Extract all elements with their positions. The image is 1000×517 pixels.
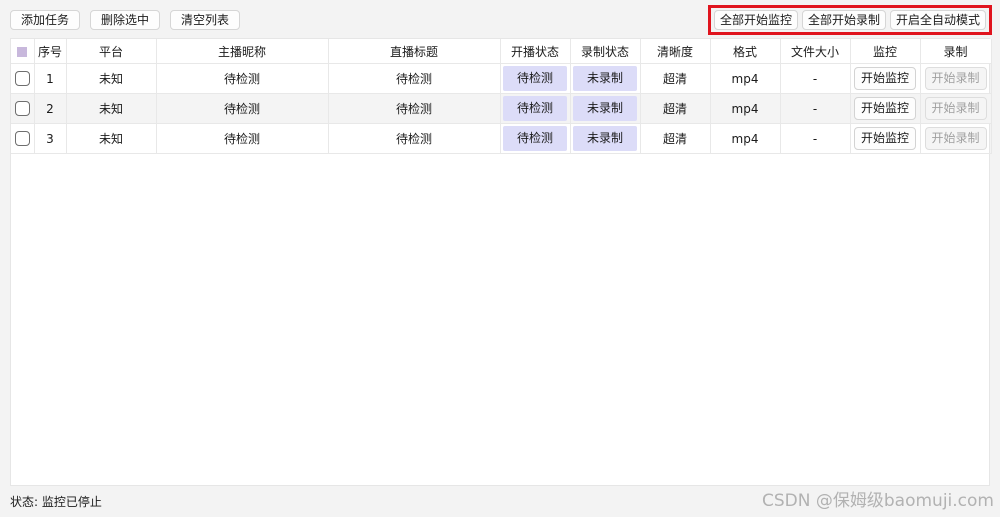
row-index: 2: [34, 93, 67, 124]
row-checkbox[interactable]: [14, 71, 30, 86]
header-live-status: 开播状态: [500, 39, 571, 64]
start-monitor-button[interactable]: 开始监控: [854, 127, 916, 150]
live-status-chip: 待检测: [503, 96, 567, 121]
row-format: mp4: [710, 63, 781, 94]
row-platform: 未知: [66, 63, 157, 94]
table-header-row: 序号 平台 主播昵称 直播标题 开播状态 录制状态 清晰度 格式 文件大小 监控…: [11, 39, 992, 64]
header-record: 录制: [920, 39, 992, 64]
row-nickname: 待检测: [156, 93, 329, 124]
live-status-chip: 待检测: [503, 66, 567, 91]
row-file-size: -: [780, 93, 851, 124]
start-monitor-button[interactable]: 开始监控: [854, 97, 916, 120]
row-checkbox[interactable]: [14, 101, 30, 116]
header-select[interactable]: [11, 39, 35, 64]
header-index: 序号: [34, 39, 67, 64]
header-platform: 平台: [66, 39, 157, 64]
row-title: 待检测: [328, 63, 501, 94]
row-index: 1: [34, 63, 67, 94]
highlighted-actions-group: 全部开始监控 全部开始录制 开启全自动模式: [707, 5, 992, 35]
add-task-button[interactable]: 添加任务: [10, 10, 81, 30]
status-bar-text: 状态: 监控已停止: [10, 495, 102, 509]
task-table: 序号 平台 主播昵称 直播标题 开播状态 录制状态 清晰度 格式 文件大小 监控…: [10, 38, 992, 486]
row-index: 3: [34, 123, 67, 154]
row-nickname: 待检测: [156, 123, 329, 154]
row-checkbox[interactable]: [14, 131, 30, 146]
row-quality: 超清: [640, 93, 711, 124]
start-record-button[interactable]: 开始录制: [924, 97, 987, 120]
row-nickname: 待检测: [156, 63, 329, 94]
start-record-button[interactable]: 开始录制: [924, 67, 987, 90]
row-title: 待检测: [328, 93, 501, 124]
record-status-chip: 未录制: [573, 126, 637, 151]
start-monitor-button[interactable]: 开始监控: [854, 67, 916, 90]
row-platform: 未知: [66, 123, 157, 154]
watermark: CSDN @保姆级baomuji.com: [762, 491, 994, 511]
start-record-button[interactable]: 开始录制: [924, 127, 987, 150]
row-format: mp4: [710, 93, 781, 124]
header-monitor: 监控: [850, 39, 921, 64]
live-status-chip: 待检测: [503, 126, 567, 151]
header-nickname: 主播昵称: [156, 39, 329, 64]
row-quality: 超清: [640, 123, 711, 154]
auto-mode-button[interactable]: 开启全自动模式: [889, 10, 986, 30]
table-row: 2 未知 待检测 待检测 待检测 未录制 超清 mp4 - 开始监控 开始录制: [11, 93, 992, 124]
delete-selected-button[interactable]: 删除选中: [90, 10, 161, 30]
clear-list-button[interactable]: 清空列表: [170, 10, 241, 30]
table-row: 3 未知 待检测 待检测 待检测 未录制 超清 mp4 - 开始监控 开始录制: [11, 123, 992, 154]
row-quality: 超清: [640, 63, 711, 94]
row-title: 待检测: [328, 123, 501, 154]
select-all-checkbox[interactable]: [17, 46, 28, 57]
table-row: 1 未知 待检测 待检测 待检测 未录制 超清 mp4 - 开始监控 开始录制: [11, 63, 992, 94]
app-window: 添加任务 删除选中 清空列表 全部开始监控 全部开始录制 开启全自动模式 序号 …: [0, 0, 1000, 517]
header-file-size: 文件大小: [780, 39, 851, 64]
row-file-size: -: [780, 63, 851, 94]
header-title: 直播标题: [328, 39, 501, 64]
header-format: 格式: [710, 39, 781, 64]
start-all-monitor-button[interactable]: 全部开始监控: [713, 10, 798, 30]
row-platform: 未知: [66, 93, 157, 124]
record-status-chip: 未录制: [573, 96, 637, 121]
row-format: mp4: [710, 123, 781, 154]
toolbar: 添加任务 删除选中 清空列表: [10, 10, 241, 30]
start-all-record-button[interactable]: 全部开始录制: [801, 10, 886, 30]
header-record-status: 录制状态: [570, 39, 641, 64]
header-quality: 清晰度: [640, 39, 711, 64]
row-file-size: -: [780, 123, 851, 154]
record-status-chip: 未录制: [573, 66, 637, 91]
